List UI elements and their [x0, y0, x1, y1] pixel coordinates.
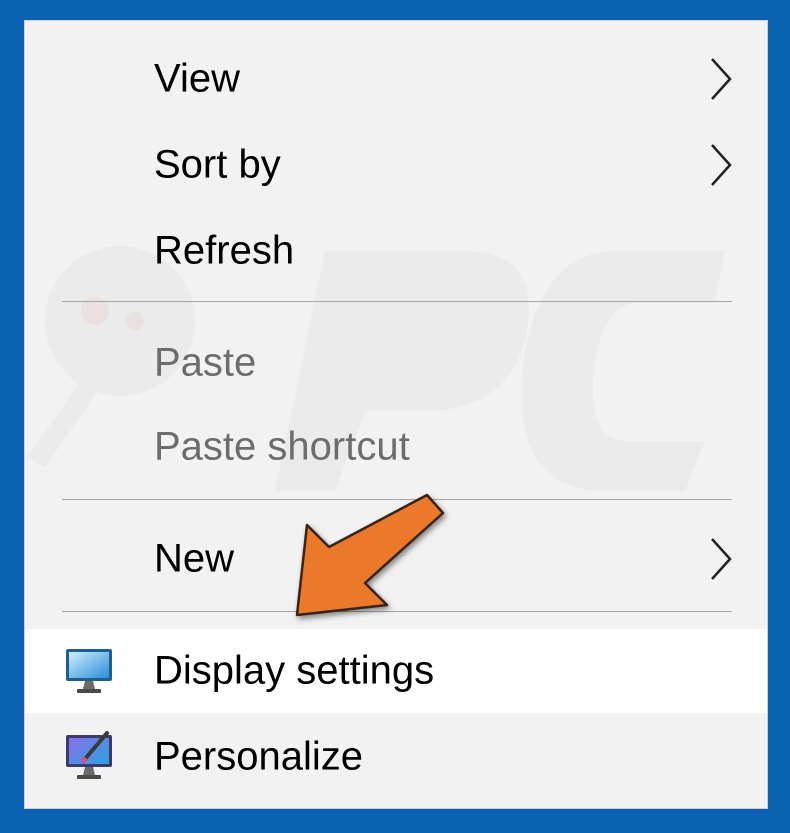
menu-item-refresh[interactable]: Refresh — [25, 209, 767, 293]
menu-item-label: New — [154, 536, 235, 581]
menu-item-display-settings[interactable]: Display settings — [25, 629, 767, 713]
menu-item-label: Refresh — [154, 228, 295, 273]
menu-item-label: View — [154, 56, 240, 101]
chevron-right-icon — [711, 538, 732, 580]
menu-separator — [62, 301, 732, 302]
menu-item-paste-shortcut[interactable]: Paste shortcut — [25, 405, 767, 489]
menu-item-new[interactable]: New — [25, 517, 767, 601]
menu-item-label: Paste — [154, 340, 257, 385]
menu-item-paste[interactable]: Paste — [25, 321, 767, 405]
menu-item-view[interactable]: View — [25, 37, 767, 121]
menu-item-personalize[interactable]: Personalize — [25, 715, 767, 799]
chevron-right-icon — [711, 144, 732, 186]
menu-separator — [62, 611, 732, 612]
menu-item-label: Personalize — [154, 734, 364, 779]
display-settings-icon — [66, 649, 112, 693]
chevron-right-icon — [711, 58, 732, 100]
menu-item-label: Sort by — [154, 142, 281, 187]
menu-item-label: Display settings — [154, 648, 435, 693]
personalize-icon — [66, 731, 112, 779]
desktop-context-menu: View Sort by Refresh Paste Paste shortcu… — [24, 20, 768, 809]
menu-item-sort-by[interactable]: Sort by — [25, 123, 767, 207]
menu-item-label: Paste shortcut — [154, 424, 410, 469]
menu-separator — [62, 499, 732, 500]
